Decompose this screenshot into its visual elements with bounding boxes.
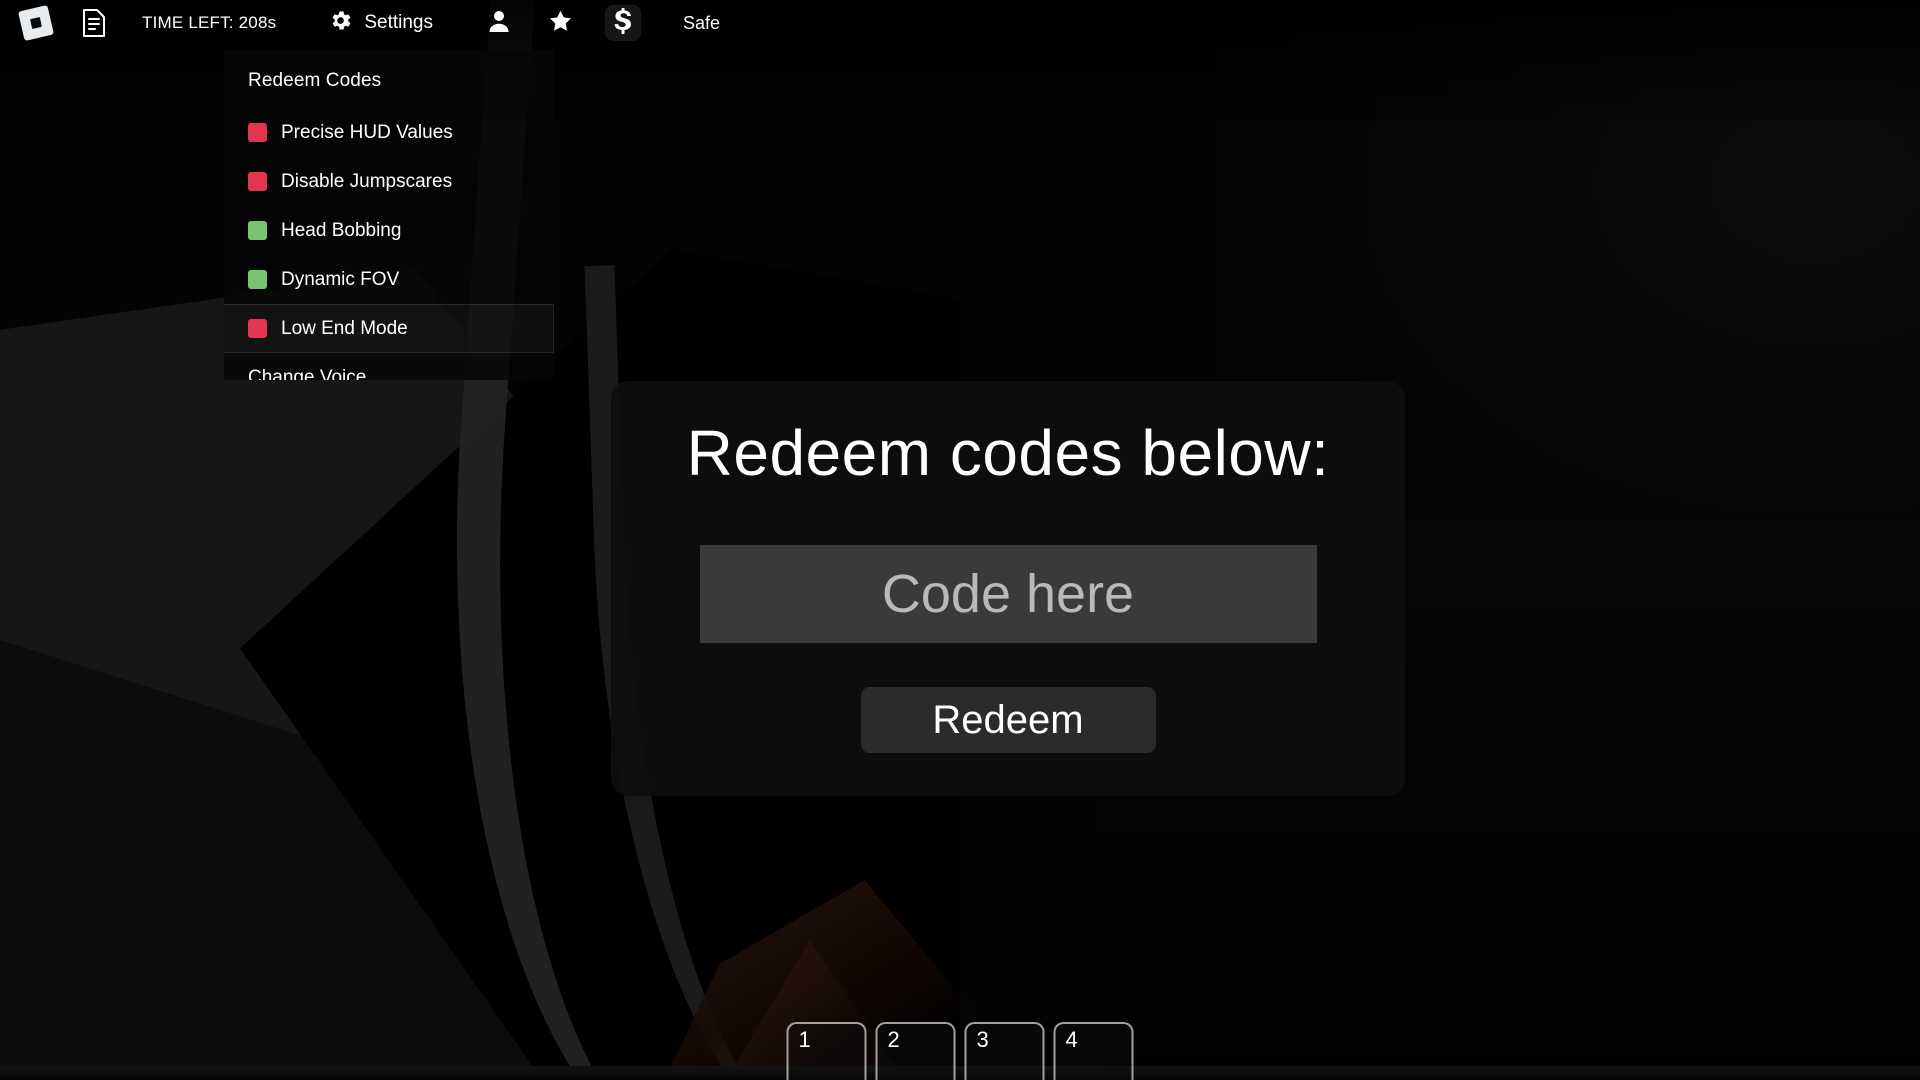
chat-icon bbox=[81, 8, 107, 38]
settings-button[interactable]: Settings bbox=[328, 8, 433, 38]
person-icon bbox=[488, 9, 510, 38]
toggle-swatch-icon[interactable] bbox=[248, 319, 267, 338]
favorites-button[interactable] bbox=[543, 5, 579, 41]
hotbar: 1 2 3 4 bbox=[786, 1022, 1134, 1080]
hotbar-slot-number: 2 bbox=[887, 1027, 900, 1052]
roblox-logo-icon bbox=[18, 5, 54, 41]
menu-item-disable-jumpscares[interactable]: Disable Jumpscares bbox=[224, 157, 554, 206]
redeem-button[interactable]: Redeem bbox=[860, 687, 1156, 753]
menu-item-change-voice[interactable]: Change Voice bbox=[224, 353, 554, 381]
hotbar-slot-number: 1 bbox=[798, 1027, 811, 1052]
toggle-swatch-icon[interactable] bbox=[248, 221, 267, 240]
menu-item-low-end-mode[interactable]: Low End Mode bbox=[224, 304, 554, 353]
settings-dropdown-menu: Redeem Codes Precise HUD Values Disable … bbox=[224, 50, 554, 380]
people-button[interactable] bbox=[481, 5, 517, 41]
menu-item-label: Change Voice bbox=[248, 366, 367, 381]
toggle-swatch-icon[interactable] bbox=[248, 270, 267, 289]
hotbar-slot-4[interactable]: 4 bbox=[1053, 1022, 1134, 1080]
gear-icon bbox=[328, 8, 353, 38]
dollar-icon bbox=[613, 7, 633, 39]
menu-item-head-bobbing[interactable]: Head Bobbing bbox=[224, 206, 554, 255]
currency-button[interactable] bbox=[604, 5, 641, 41]
hotbar-slot-number: 3 bbox=[976, 1027, 989, 1052]
menu-item-label: Disable Jumpscares bbox=[281, 170, 453, 192]
menu-item-label: Low End Mode bbox=[281, 317, 408, 339]
redeem-codes-dialog: Redeem codes below: Redeem bbox=[611, 381, 1405, 796]
hotbar-slot-1[interactable]: 1 bbox=[786, 1022, 867, 1080]
status-badge: Safe bbox=[682, 12, 721, 33]
menu-item-precise-hud-values[interactable]: Precise HUD Values bbox=[224, 108, 554, 157]
roblox-home-button[interactable] bbox=[18, 5, 54, 41]
code-input[interactable] bbox=[699, 545, 1317, 643]
roblox-topbar: TIME LEFT: 208s Settings Safe bbox=[0, 0, 1920, 46]
toggle-swatch-icon[interactable] bbox=[248, 123, 267, 142]
menu-item-label: Precise HUD Values bbox=[281, 121, 453, 143]
settings-label: Settings bbox=[364, 12, 433, 33]
hotbar-slot-number: 4 bbox=[1065, 1027, 1078, 1052]
time-left-label: TIME LEFT: 208s bbox=[142, 13, 277, 32]
star-icon bbox=[548, 9, 573, 38]
chat-button[interactable] bbox=[76, 5, 112, 41]
menu-header-redeem-codes[interactable]: Redeem Codes bbox=[224, 60, 554, 108]
menu-item-label: Head Bobbing bbox=[281, 219, 402, 241]
menu-item-dynamic-fov[interactable]: Dynamic FOV bbox=[224, 255, 554, 304]
toggle-swatch-icon[interactable] bbox=[248, 172, 267, 191]
redeem-dialog-title: Redeem codes below: bbox=[686, 417, 1330, 489]
menu-item-label: Dynamic FOV bbox=[281, 268, 400, 290]
hotbar-slot-2[interactable]: 2 bbox=[875, 1022, 956, 1080]
hotbar-slot-3[interactable]: 3 bbox=[964, 1022, 1045, 1080]
